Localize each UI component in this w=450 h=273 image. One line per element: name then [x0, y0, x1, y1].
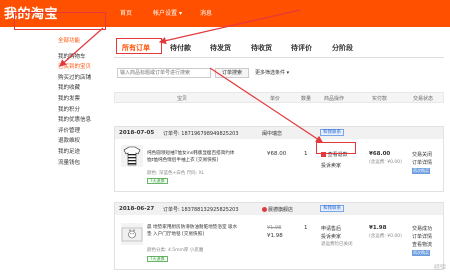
more-filters-link[interactable]: 更多筛选条件 ▾: [255, 69, 289, 76]
shop-name[interactable]: 晨德旗舰店: [262, 206, 293, 213]
order-search-input[interactable]: [117, 68, 211, 78]
tab-pending-receipt[interactable]: 待收货: [251, 43, 272, 53]
sidebar-item-bought[interactable]: 已买到的宝贝: [58, 62, 110, 73]
order-tabs: 所有订单 待付款 待发货 待收货 待评价 分阶段: [114, 40, 444, 58]
shipping-insurance-note: 退运费险已关闭: [321, 242, 353, 247]
shop-icon: [262, 207, 267, 212]
callout-box-view-refund: [316, 142, 356, 154]
sidebar-item-all-functions[interactable]: 全部功能: [58, 36, 110, 47]
shipping-note: (含运费: ¥0.00): [369, 160, 402, 165]
sidebar-item-refunds[interactable]: 退款维权: [58, 136, 110, 147]
shop-name-label: 晨德旗舰店: [268, 207, 294, 213]
sidebar-item-shops[interactable]: 购买过的店铺: [58, 73, 110, 84]
tab-pending-review[interactable]: 待评价: [291, 43, 312, 53]
seven-day-return-badge: 7天退换: [147, 256, 168, 262]
paid-amount: ¥68.00: [369, 151, 391, 157]
order-header: 2018-07-05 订单号: 187196798949825203 闽中瑞恋 …: [115, 127, 443, 139]
sidebar-item-coupons[interactable]: 我的优惠信息: [58, 115, 110, 126]
nav-messages[interactable]: 消息: [200, 8, 212, 17]
nav-home[interactable]: 首页: [120, 8, 132, 17]
paid-amount: ¥1.98: [369, 225, 387, 231]
sidebar-item-cart[interactable]: 我的购物车: [58, 52, 110, 63]
product-attributes: 颜色: 深蓝色+白色 尺码: XL: [147, 171, 205, 176]
contact-seller-button[interactable]: 和我联系: [320, 129, 344, 136]
col-header-item-ops: 商品操作: [324, 96, 345, 102]
request-after-sale-link[interactable]: 申请售后: [321, 225, 341, 232]
callout-box-all-orders: [116, 38, 162, 54]
sidebar-item-points[interactable]: 我的积分: [58, 105, 110, 116]
order-status: 交易成功: [412, 226, 433, 232]
unit-price: ¥1.98: [267, 233, 283, 239]
order-date: 2018-06-27: [119, 206, 155, 212]
chevron-down-icon: ▾: [178, 10, 182, 17]
complain-seller-link[interactable]: 投诉卖家: [321, 233, 341, 240]
col-header-paid: 实付款: [372, 96, 388, 102]
orders-table-header: 宝贝 单价 数量 商品操作 实付款 交易状态: [114, 92, 444, 103]
sidebar-item-footprints[interactable]: 我的足迹: [58, 147, 110, 158]
original-price: ¥1.98: [267, 225, 282, 231]
order-number: 订单号: 183788132925825203: [163, 207, 239, 213]
sidebar-item-favorites[interactable]: 我的收藏: [58, 83, 110, 94]
sidebar-item-invoices[interactable]: 我的发票: [58, 94, 110, 105]
col-header-price: 单价: [270, 96, 281, 102]
view-logistics-link[interactable]: 查看物流: [412, 241, 432, 248]
shipping-note: (含运费: ¥0.00): [369, 234, 402, 239]
shop-name[interactable]: 闽中瑞恋: [262, 130, 282, 137]
col-header-item: 宝贝: [177, 96, 188, 102]
contact-seller-button[interactable]: 和我联系: [320, 205, 344, 212]
more-filters-label: 更多筛选条件: [255, 70, 286, 76]
product-title[interactable]: 纯色圆领短袖T恤女ins韩版显瘦百搭简约体恤t恤纯色情侣半袖上衣 [交易快照]: [147, 151, 239, 164]
callout-box-my-taobao: [14, 12, 106, 30]
tab-pending-payment[interactable]: 待付款: [170, 43, 191, 53]
tab-staged[interactable]: 分阶段: [332, 43, 353, 53]
quantity: 1: [304, 225, 308, 231]
chevron-down-icon: ▾: [286, 70, 290, 76]
order-card: 2018-06-27 订单号: 183788132925825203 晨德旗舰店…: [114, 202, 444, 270]
sidebar-item-reviews[interactable]: 评价管理: [58, 126, 110, 137]
order-header: 2018-06-27 订单号: 183788132925825203 晨德旗舰店…: [115, 203, 443, 215]
product-thumbnail[interactable]: [121, 223, 143, 245]
col-header-qty: 数量: [301, 96, 312, 102]
quantity: 1: [304, 151, 308, 157]
watermark: 经验: [433, 264, 446, 271]
col-header-status: 交易状态: [413, 96, 434, 102]
nav-account-settings-label: 帐户设置: [153, 10, 178, 17]
order-number: 订单号: 187196798949825203: [163, 131, 239, 137]
order-status: 交易关闭: [412, 152, 433, 158]
nav-account-settings[interactable]: 帐户设置 ▾: [153, 8, 182, 17]
sidebar: 全部功能 我的购物车 已买到的宝贝 购买过的店铺 我的收藏 我的发票 我的积分 …: [58, 36, 110, 168]
product-title[interactable]: 晨 地垫家用厨房防滑防油耐脏地垫浴室 吸水垫 入户门厅地毯 [交易快照]: [147, 225, 239, 238]
order-search-button[interactable]: 订单搜索: [215, 68, 249, 78]
product-thumbnail[interactable]: [121, 145, 143, 167]
buy-again-button[interactable]: 再次购买: [412, 168, 430, 174]
order-card: 2018-07-05 订单号: 187196798949825203 闽中瑞恋 …: [114, 126, 444, 192]
buy-again-button[interactable]: 再次购买: [412, 250, 430, 256]
unit-price: ¥68.00: [267, 151, 287, 157]
sidebar-item-data-wallet[interactable]: 流量钱包: [58, 158, 110, 169]
tab-pending-shipment[interactable]: 待发货: [210, 43, 231, 53]
order-detail-link[interactable]: 订单详情: [412, 159, 432, 166]
product-attributes: 颜色分类: 4.5mm厚 小恶魔: [147, 248, 204, 253]
complain-seller-link[interactable]: 投诉卖家: [321, 162, 341, 169]
seven-day-return-badge: 7天退换: [147, 178, 168, 184]
tshirt-image: [123, 146, 141, 166]
doormat-image: [121, 227, 143, 242]
order-detail-link[interactable]: 订单详情: [412, 233, 432, 240]
order-date: 2018-07-05: [119, 130, 155, 136]
